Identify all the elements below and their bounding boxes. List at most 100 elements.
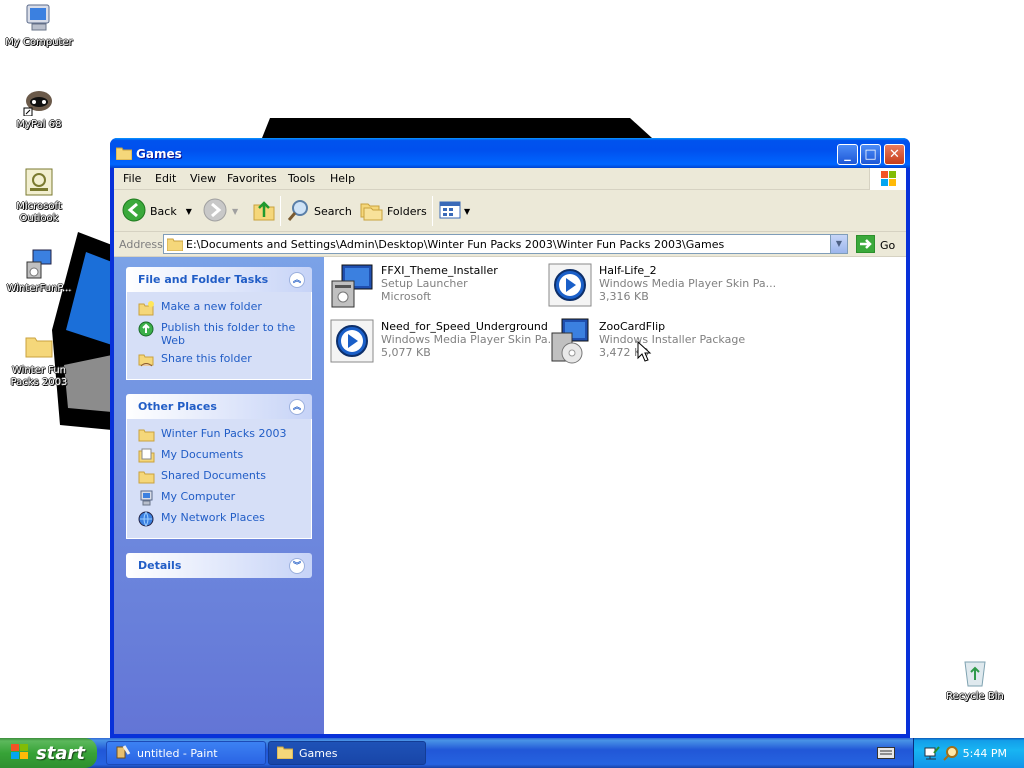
file-type: Windows Installer Package xyxy=(599,333,746,346)
title-bar[interactable]: Games _ □ ✕ xyxy=(110,138,910,168)
views-button[interactable]: ▼ xyxy=(439,198,470,224)
file-type: Windows Media Player Skin Pa... xyxy=(599,277,777,290)
desktop-icon-outlook[interactable]: Microsoft Outlook xyxy=(0,166,78,225)
search-button[interactable]: Search xyxy=(286,198,352,224)
desktop-icon-recycle-bin[interactable]: Recycle Bin xyxy=(936,656,1014,703)
msi-package-icon xyxy=(546,317,594,365)
new-folder-icon xyxy=(138,300,155,316)
file-company: Microsoft xyxy=(381,290,432,303)
up-folder-button[interactable] xyxy=(252,198,276,224)
file-list: FFXI_Theme_Installer Setup Launcher Micr… xyxy=(324,257,906,734)
back-dropdown-icon[interactable]: ▼ xyxy=(186,207,192,216)
panel-title: Details xyxy=(138,559,182,572)
task-make-new-folder[interactable]: Make a new folder xyxy=(127,298,311,319)
network-tray-icon[interactable] xyxy=(924,745,940,764)
place-my-documents[interactable]: My Documents xyxy=(127,446,311,467)
desktop-icon-label: MyPal 68 xyxy=(16,119,62,130)
close-button[interactable]: ✕ xyxy=(884,144,905,165)
expand-chevron-icon[interactable]: ︾ xyxy=(289,558,305,574)
keyboard-icon[interactable] xyxy=(877,747,895,762)
desktop-icon-mypal[interactable]: MyPal 68 xyxy=(0,84,78,131)
folder-icon xyxy=(23,330,55,362)
collapse-chevron-icon[interactable]: ︽ xyxy=(289,399,305,415)
setup-installer-icon xyxy=(328,261,376,309)
menu-favorites[interactable]: Favorites xyxy=(227,172,277,185)
details-panel: Details ︾ xyxy=(126,553,312,578)
desktop-icon-label: My Computer xyxy=(5,37,73,48)
desktop-icon-winter-fun-packs[interactable]: Winter Fun Packs 2003 xyxy=(0,330,78,389)
up-folder-icon xyxy=(252,198,276,225)
clock[interactable]: 5:44 PM xyxy=(963,747,1007,760)
file-size: 3,316 KB xyxy=(599,290,649,303)
menu-file[interactable]: File xyxy=(123,172,141,185)
publish-web-icon xyxy=(138,321,155,337)
other-places-panel: Other Places ︽ Winter Fun Packs 2003 My … xyxy=(126,394,312,539)
minimize-button[interactable]: _ xyxy=(837,144,858,165)
menu-view[interactable]: View xyxy=(190,172,216,185)
panel-header[interactable]: Other Places ︽ xyxy=(126,394,312,419)
menu-edit[interactable]: Edit xyxy=(155,172,176,185)
window-content: File and Folder Tasks ︽ Make a new folde… xyxy=(114,257,906,734)
folders-label: Folders xyxy=(387,204,427,218)
search-tray-icon[interactable] xyxy=(943,745,959,764)
forward-button[interactable]: ▼ xyxy=(203,198,238,224)
folders-button[interactable]: Folders xyxy=(359,198,427,224)
desktop-icon-label: Microsoft Outlook xyxy=(16,201,62,224)
views-icon xyxy=(439,200,463,223)
menu-help[interactable]: Help xyxy=(330,172,355,185)
taskbar-item-games[interactable]: Games xyxy=(268,741,426,765)
media-player-skin-icon xyxy=(328,317,376,365)
file-item[interactable]: ZooCardFlip Windows Installer Package 3,… xyxy=(546,317,761,369)
file-name: Half-Life_2 xyxy=(599,264,657,277)
panel-body: Winter Fun Packs 2003 My Documents Share… xyxy=(126,419,312,539)
file-item[interactable]: FFXI_Theme_Installer Setup Launcher Micr… xyxy=(328,261,543,313)
file-size: 3,472 KB xyxy=(599,346,649,359)
place-winter-fun-packs[interactable]: Winter Fun Packs 2003 xyxy=(127,425,311,446)
file-type: Setup Launcher xyxy=(381,277,468,290)
folder-icon xyxy=(276,745,294,762)
forward-dropdown-icon[interactable]: ▼ xyxy=(232,207,238,216)
file-name: Need_for_Speed_Underground xyxy=(381,320,548,333)
place-my-computer[interactable]: My Computer xyxy=(127,488,311,509)
task-share-folder[interactable]: Share this folder xyxy=(127,350,311,371)
folder-icon xyxy=(166,238,184,254)
place-shared-documents[interactable]: Shared Documents xyxy=(127,467,311,488)
my-documents-icon xyxy=(138,448,155,464)
search-label: Search xyxy=(314,204,352,218)
start-button[interactable]: start xyxy=(0,738,97,768)
panel-header[interactable]: Details ︾ xyxy=(126,553,312,578)
maximize-button[interactable]: □ xyxy=(860,144,881,165)
desktop-icon-my-computer[interactable]: My Computer xyxy=(0,2,78,49)
mypal-raccoon-icon xyxy=(23,84,55,117)
menu-tools[interactable]: Tools xyxy=(288,172,315,185)
windows-flag-icon xyxy=(10,743,30,764)
back-arrow-icon xyxy=(122,198,146,225)
recycle-bin-icon xyxy=(959,656,991,688)
file-type: Windows Media Player Skin Pa... xyxy=(381,333,559,346)
address-value: E:\Documents and Settings\Admin\Desktop\… xyxy=(186,238,725,251)
taskbar-item-paint[interactable]: untitled - Paint xyxy=(106,741,266,765)
folder-icon xyxy=(138,427,155,443)
go-button[interactable]: Go xyxy=(855,234,895,256)
collapse-chevron-icon[interactable]: ︽ xyxy=(289,272,305,288)
file-item[interactable]: Half-Life_2 Windows Media Player Skin Pa… xyxy=(546,261,776,313)
go-arrow-icon xyxy=(855,234,876,256)
system-tray: 5:44 PM xyxy=(913,738,1024,768)
taskbar: start untitled - Paint Games 5:44 PM xyxy=(0,738,1024,768)
menu-bar: File Edit View Favorites Tools Help xyxy=(114,168,906,190)
file-name: FFXI_Theme_Installer xyxy=(381,264,498,277)
desktop-icon-winterfun-installer[interactable]: WinterFunP... xyxy=(0,248,78,295)
place-my-network-places[interactable]: My Network Places xyxy=(127,509,311,530)
file-item[interactable]: Need_for_Speed_Underground Windows Media… xyxy=(328,317,558,369)
start-label: start xyxy=(36,742,85,764)
paint-icon xyxy=(115,744,131,763)
back-button[interactable]: Back ▼ xyxy=(122,198,192,224)
my-computer-icon xyxy=(138,490,155,506)
media-player-skin-icon xyxy=(546,261,594,309)
file-folder-tasks-panel: File and Folder Tasks ︽ Make a new folde… xyxy=(126,267,312,380)
address-dropdown-icon[interactable]: ▼ xyxy=(830,235,847,253)
views-dropdown-icon: ▼ xyxy=(464,206,471,216)
panel-header[interactable]: File and Folder Tasks ︽ xyxy=(126,267,312,292)
address-input[interactable]: E:\Documents and Settings\Admin\Desktop\… xyxy=(163,234,848,254)
task-publish-folder[interactable]: Publish this folder to the Web xyxy=(127,319,311,350)
